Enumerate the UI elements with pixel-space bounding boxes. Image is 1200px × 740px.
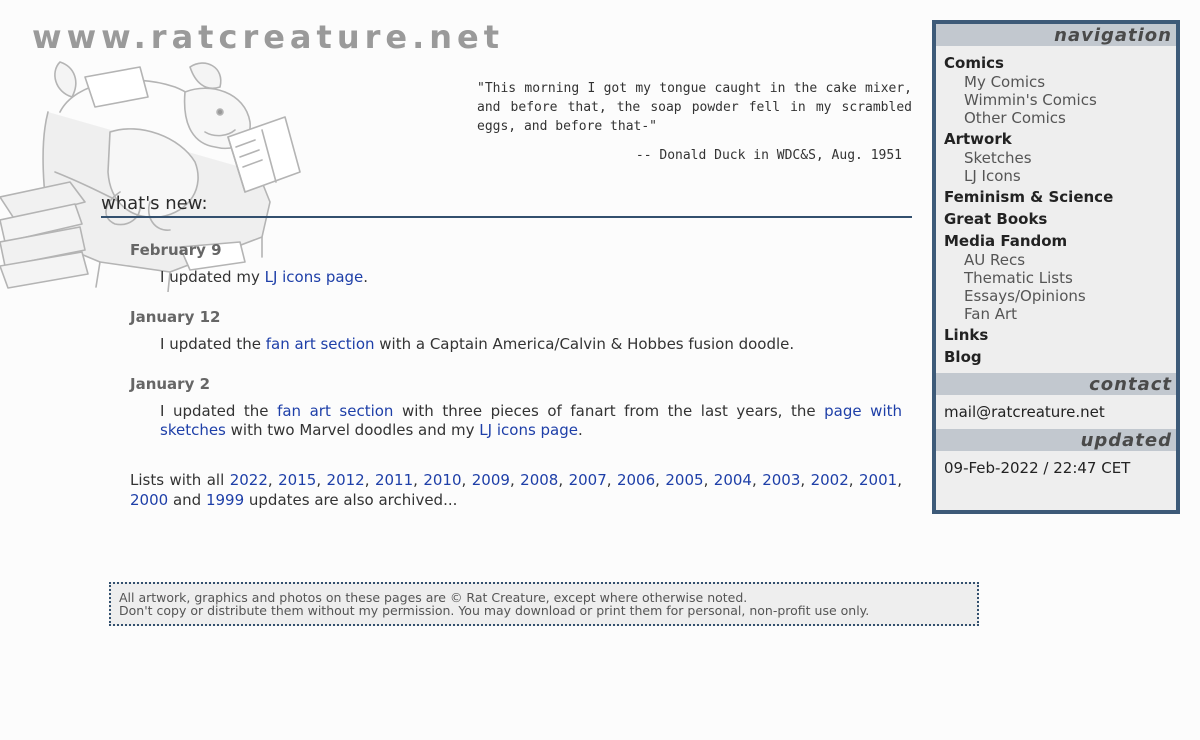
archive-year-link[interactable]: 2008 [520,471,558,489]
archive-year-link[interactable]: 2000 [130,491,168,509]
copyright-line: Don't copy or distribute them without my… [119,603,870,618]
archive-year-link[interactable]: 2002 [811,471,849,489]
news-date: February 9 [130,241,222,259]
nav-wimmins-comics[interactable]: Wimmin's Comics [964,91,1168,109]
archive-and: and [168,491,206,509]
archive-suffix: updates are also archived... [244,491,458,509]
news-list: February 9 I updated my LJ icons page. J… [130,240,902,460]
news-entry: January 12 I updated the fan art section… [130,307,902,354]
nav-links[interactable]: Links [944,326,1168,345]
archive-year-link[interactable]: 2001 [859,471,897,489]
nav-other-comics[interactable]: Other Comics [964,109,1168,127]
news-text: I updated the fan art section with a Cap… [160,335,902,354]
archive-year-link[interactable]: 2005 [665,471,703,489]
news-date: January 12 [130,308,221,326]
nav-artwork[interactable]: Artwork [944,130,1168,149]
text-span: with three pieces of fanart from the las… [393,402,825,420]
news-entry: January 2 I updated the fan art section … [130,374,902,440]
archive-year-link[interactable]: 2006 [617,471,655,489]
nav-au-recs[interactable]: AU Recs [964,251,1168,269]
archive-year-link[interactable]: 2022 [230,471,268,489]
archive-year-link[interactable]: 2012 [327,471,365,489]
nav-essays-opinions[interactable]: Essays/Opinions [964,287,1168,305]
site-title: www.ratcreature.net [32,18,505,56]
archive-year-link[interactable]: 2010 [423,471,461,489]
nav-blog[interactable]: Blog [944,348,1168,367]
navigation-menu: Comics My Comics Wimmin's Comics Other C… [936,46,1176,373]
archive-year-link[interactable]: 1999 [206,491,244,509]
quote-attribution: -- Donald Duck in WDC&S, Aug. 1951 [635,148,902,163]
whats-new-heading: what's new: [101,193,912,218]
nav-comics[interactable]: Comics [944,54,1168,73]
nav-feminism-science[interactable]: Feminism & Science [944,188,1168,207]
nav-my-comics[interactable]: My Comics [964,73,1168,91]
text-span: I updated the [160,335,266,353]
sidebar: navigation Comics My Comics Wimmin's Com… [932,20,1180,514]
fan-art-link[interactable]: fan art section [277,402,393,420]
archive-year-link[interactable]: 2011 [375,471,413,489]
archive-years: Lists with all 2022, 2015, 2012, 2011, 2… [130,471,902,509]
nav-great-books[interactable]: Great Books [944,210,1168,229]
nav-lj-icons[interactable]: LJ Icons [964,167,1168,185]
archive-year-link[interactable]: 2004 [714,471,752,489]
updated-header: updated [936,429,1176,451]
news-entry: February 9 I updated my LJ icons page. [130,240,902,287]
nav-thematic-lists[interactable]: Thematic Lists [964,269,1168,287]
news-text: I updated the fan art section with three… [160,402,902,440]
nav-sketches[interactable]: Sketches [964,149,1168,167]
nav-media-fandom[interactable]: Media Fandom [944,232,1168,251]
contact-header: contact [936,373,1176,395]
news-text: I updated my LJ icons page. [160,268,902,287]
text-span: I updated the [160,402,278,420]
archive-prefix: Lists with all [130,471,230,489]
archive-year-link[interactable]: 2009 [472,471,510,489]
lj-icons-link[interactable]: LJ icons page [479,421,578,439]
news-date: January 2 [130,375,211,393]
updated-timestamp: 09-Feb-2022 / 22:47 CET [944,459,1131,477]
archive-year-link[interactable]: 2007 [569,471,607,489]
contact-email[interactable]: mail@ratcreature.net [936,395,1176,429]
navigation-header: navigation [936,24,1176,46]
quote-text: "This morning I got my tongue caught in … [477,81,912,134]
text-span: . [578,421,583,439]
text-span: with a Captain America/Calvin & Hobbes f… [374,335,795,353]
nav-fan-art[interactable]: Fan Art [964,305,1168,323]
copyright-footer: All artwork, graphics and photos on thes… [109,582,979,626]
archive-year-link[interactable]: 2015 [278,471,316,489]
text-span: . [363,268,369,286]
lj-icons-link[interactable]: LJ icons page [265,268,364,286]
text-span: I updated my [160,268,265,286]
fan-art-link[interactable]: fan art section [266,335,375,353]
archive-year-link[interactable]: 2003 [762,471,800,489]
text-span: with two Marvel doodles and my [225,421,480,439]
